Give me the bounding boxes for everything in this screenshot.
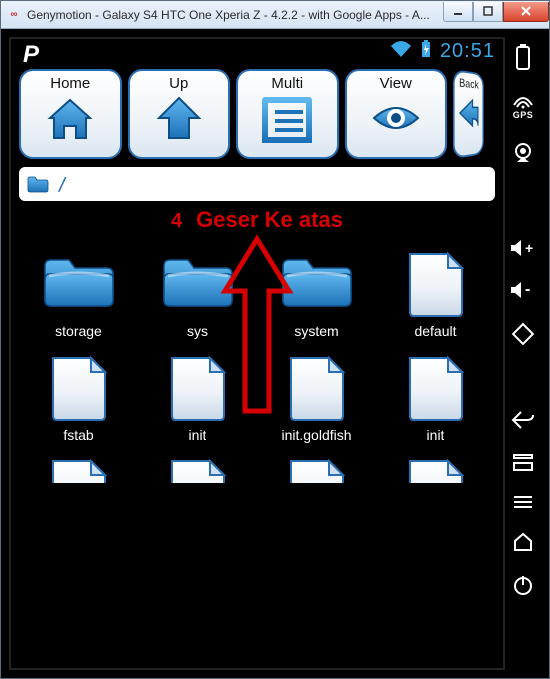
file-item-label: fstab	[63, 427, 93, 443]
sidebar-gps-button[interactable]: GPS	[512, 93, 534, 120]
rotate-icon	[511, 322, 535, 346]
path-bar[interactable]: /	[19, 167, 495, 201]
emulator-sidebar: GPS + -	[505, 37, 541, 670]
file-item-label: init	[427, 427, 445, 443]
nav-recent-icon	[512, 452, 534, 472]
sidebar-gps-label: GPS	[513, 110, 534, 120]
android-statusbar: P 20:51	[11, 39, 503, 63]
webcam-icon	[512, 142, 534, 164]
folder-item[interactable]: sys	[138, 249, 257, 339]
folder-item[interactable]: system	[257, 249, 376, 339]
window-titlebar: ∞ Genymotion - Galaxy S4 HTC One Xperia …	[1, 1, 549, 29]
sidebar-rotate-button[interactable]	[511, 322, 535, 346]
folder-icon	[41, 250, 117, 318]
window-minimize-button[interactable]	[443, 2, 473, 22]
file-item-label: init	[189, 427, 207, 443]
file-icon	[279, 457, 355, 483]
close-icon	[520, 5, 532, 17]
nav-home-button[interactable]	[512, 532, 534, 552]
file-item-label: init.goldfish	[281, 427, 351, 443]
sidebar-volume-up-button[interactable]: +	[510, 238, 536, 258]
sidebar-battery-button[interactable]	[514, 43, 532, 71]
wifi-icon	[390, 40, 412, 63]
folder-icon	[160, 250, 236, 318]
folder-icon	[27, 175, 49, 193]
annotation-text: Geser Ke atas	[196, 207, 343, 233]
minimize-icon	[453, 6, 463, 16]
file-item[interactable]: init.goldfish	[257, 353, 376, 443]
back-button-label: Back	[459, 76, 478, 91]
nav-recent-button[interactable]	[512, 452, 534, 472]
folder-icon	[279, 250, 355, 318]
file-item-label: system	[294, 323, 338, 339]
svg-text:+: +	[525, 240, 533, 256]
home-icon	[44, 94, 96, 146]
nav-back-button[interactable]	[511, 410, 535, 430]
home-button[interactable]: Home	[19, 69, 122, 159]
nav-power-button[interactable]	[512, 574, 534, 596]
nav-back-icon	[511, 410, 535, 430]
file-item[interactable]	[257, 457, 376, 483]
file-item[interactable]	[138, 457, 257, 483]
file-item[interactable]: fstab	[19, 353, 138, 443]
menu-icon	[512, 494, 534, 510]
back-arrow-icon	[456, 91, 481, 135]
volume-down-icon: -	[510, 280, 536, 300]
file-item[interactable]	[19, 457, 138, 483]
view-button-label: View	[380, 75, 412, 92]
window-title: Genymotion - Galaxy S4 HTC One Xperia Z …	[27, 8, 437, 22]
file-item-label: storage	[55, 323, 102, 339]
file-item-label: sys	[187, 323, 208, 339]
file-item[interactable]: init	[376, 353, 495, 443]
nav-home-icon	[512, 532, 534, 552]
window-close-button[interactable]	[503, 2, 549, 22]
emulator-screen: P 20:51 Home Up	[9, 37, 505, 670]
app-logo-icon: ∞	[7, 8, 21, 22]
window-maximize-button[interactable]	[473, 2, 503, 22]
home-button-label: Home	[50, 75, 90, 92]
volume-up-icon: +	[510, 238, 536, 258]
maximize-icon	[483, 6, 493, 16]
power-icon	[512, 574, 534, 596]
file-item[interactable]: default	[376, 249, 495, 339]
app-toolbar: Home Up Multi View Back	[11, 63, 503, 163]
file-item[interactable]: init	[138, 353, 257, 443]
file-icon	[41, 457, 117, 483]
up-button-label: Up	[169, 75, 188, 92]
view-button[interactable]: View	[345, 69, 448, 159]
list-icon	[261, 94, 313, 146]
status-time: 20:51	[440, 40, 495, 63]
file-icon	[279, 354, 355, 422]
up-button[interactable]: Up	[128, 69, 231, 159]
app-brand-icon: P	[23, 41, 39, 69]
file-icon	[160, 457, 236, 483]
file-item[interactable]	[376, 457, 495, 483]
back-button[interactable]: Back	[453, 69, 484, 159]
file-list-scroll[interactable]: storage sys system default fstab init init.gol…	[11, 249, 503, 668]
file-icon	[41, 354, 117, 422]
svg-text:-: -	[525, 281, 530, 298]
battery-charging-icon	[420, 40, 432, 63]
battery-icon	[514, 43, 532, 71]
multi-button-label: Multi	[271, 75, 303, 92]
folder-item[interactable]: storage	[19, 249, 138, 339]
file-icon	[398, 354, 474, 422]
current-path: /	[57, 174, 68, 195]
sidebar-volume-down-button[interactable]: -	[510, 280, 536, 300]
file-icon	[398, 457, 474, 483]
up-arrow-icon	[153, 94, 205, 146]
multi-button[interactable]: Multi	[236, 69, 339, 159]
nav-menu-button[interactable]	[512, 494, 534, 510]
annotation-number: 4	[171, 210, 182, 233]
sidebar-camera-button[interactable]	[512, 142, 534, 164]
file-item-label: default	[414, 323, 456, 339]
file-icon	[398, 250, 474, 318]
signal-icon	[512, 93, 534, 109]
file-icon	[160, 354, 236, 422]
eye-icon	[370, 94, 422, 146]
